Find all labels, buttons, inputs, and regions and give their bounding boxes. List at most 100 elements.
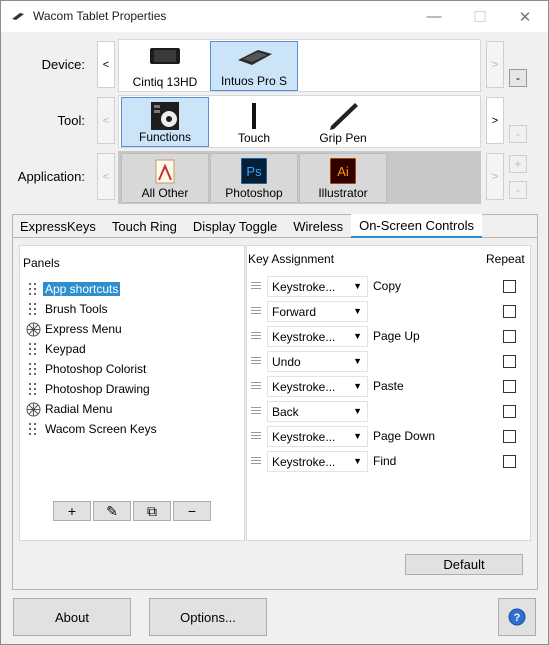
- repeat-checkbox[interactable]: [503, 330, 516, 343]
- panel-item-label: Radial Menu: [45, 402, 113, 416]
- plus-icon: +: [514, 157, 522, 171]
- duplicate-icon: ⧉: [147, 502, 157, 519]
- minus-icon: -: [516, 127, 520, 141]
- duplicate-panel-button[interactable]: ⧉: [133, 501, 171, 521]
- maximize-button[interactable]: ☐: [457, 1, 503, 32]
- drag-handle-icon[interactable]: [251, 407, 261, 416]
- key-assignment-dropdown[interactable]: Keystroke... ▼: [267, 426, 368, 447]
- drag-handle-icon[interactable]: [251, 282, 261, 291]
- remove-device-button[interactable]: -: [509, 69, 527, 87]
- panel-list-item[interactable]: Radial Menu: [25, 400, 112, 418]
- tool-tile-label: Functions: [138, 130, 192, 144]
- device-scroll-left-button[interactable]: <: [97, 41, 115, 88]
- radial-icon: [25, 321, 41, 337]
- drag-handle-icon[interactable]: [251, 432, 261, 441]
- tool-tile-functions[interactable]: Functions: [121, 97, 209, 147]
- application-scroll-left-button[interactable]: <: [97, 153, 115, 200]
- remove-tool-button[interactable]: -: [509, 125, 527, 143]
- application-strip: All Other Ps Photoshop Ai Illustrator: [118, 151, 481, 204]
- tool-tile-touch[interactable]: Touch: [210, 97, 298, 147]
- chevron-left-icon: <: [102, 58, 110, 71]
- tab-expresskeys[interactable]: ExpressKeys: [12, 214, 104, 238]
- add-panel-button[interactable]: +: [53, 501, 91, 521]
- dropdown-value: Back: [272, 405, 299, 419]
- panel-list-item[interactable]: Express Menu: [25, 320, 122, 338]
- radial-icon: [25, 401, 41, 417]
- repeat-checkbox[interactable]: [503, 380, 516, 393]
- cintiq-icon: [150, 48, 180, 64]
- panel-list-item[interactable]: App shortcuts: [25, 280, 121, 298]
- tool-label: Tool:: [57, 113, 85, 128]
- chevron-right-icon: >: [491, 58, 499, 71]
- key-assignment-row: Keystroke... ▼ Find: [247, 451, 531, 473]
- help-button[interactable]: ?: [498, 598, 536, 636]
- drag-handle-icon[interactable]: [251, 382, 261, 391]
- panel-item-label: Keypad: [45, 342, 86, 356]
- application-tile-all-other[interactable]: All Other: [121, 153, 209, 203]
- repeat-checkbox[interactable]: [503, 405, 516, 418]
- default-button[interactable]: Default: [405, 554, 523, 575]
- application-tile-illustrator[interactable]: Ai Illustrator: [299, 153, 387, 203]
- drag-handle-icon[interactable]: [251, 332, 261, 341]
- device-label: Device:: [41, 57, 85, 72]
- wacom-properties-window: Wacom Tablet Properties — ☐ ✕ Device: < …: [0, 0, 549, 645]
- minimize-button[interactable]: —: [411, 1, 457, 32]
- dropdown-value: Undo: [272, 355, 301, 369]
- tool-tile-label: Grip Pen: [319, 131, 367, 145]
- repeat-checkbox[interactable]: [503, 430, 516, 443]
- key-assignment-dropdown[interactable]: Keystroke... ▼: [267, 326, 368, 347]
- device-tile-intuos[interactable]: Intuos Pro S: [210, 41, 298, 91]
- chevron-down-icon: ▼: [353, 456, 362, 466]
- tab-display-toggle[interactable]: Display Toggle: [185, 214, 285, 238]
- tab-wireless[interactable]: Wireless: [285, 214, 351, 238]
- close-button[interactable]: ✕: [502, 1, 548, 32]
- tool-scroll-right-button[interactable]: >: [486, 97, 504, 144]
- key-assignment-dropdown[interactable]: Undo ▼: [267, 351, 368, 372]
- panel-list-item[interactable]: Brush Tools: [25, 300, 107, 318]
- edit-panel-button[interactable]: ✎: [93, 501, 131, 521]
- panel-list-item[interactable]: Photoshop Colorist: [25, 360, 146, 378]
- drag-handle-icon[interactable]: [251, 307, 261, 316]
- repeat-checkbox[interactable]: [503, 355, 516, 368]
- functions-icon: [151, 102, 179, 130]
- tool-scroll-left-button[interactable]: <: [97, 97, 115, 144]
- chevron-left-icon: <: [102, 114, 110, 127]
- drag-handle-icon[interactable]: [251, 457, 261, 466]
- key-assignment-dropdown[interactable]: Keystroke... ▼: [267, 451, 368, 472]
- all-other-icon: [155, 159, 175, 184]
- delete-panel-button[interactable]: −: [173, 501, 211, 521]
- key-assignment-dropdown[interactable]: Back ▼: [267, 401, 368, 422]
- panel-list-item[interactable]: Photoshop Drawing: [25, 380, 150, 398]
- remove-application-button[interactable]: -: [509, 181, 527, 199]
- panel-list-item[interactable]: Keypad: [25, 340, 86, 358]
- application-label: Application:: [17, 169, 85, 184]
- device-scroll-right-button[interactable]: >: [486, 41, 504, 88]
- options-button[interactable]: Options...: [149, 598, 267, 636]
- close-icon: ✕: [518, 8, 532, 26]
- window-title: Wacom Tablet Properties: [33, 9, 167, 23]
- panel-list-item[interactable]: Wacom Screen Keys: [25, 420, 157, 438]
- about-button[interactable]: About: [13, 598, 131, 636]
- tool-tile-label: Touch: [237, 131, 271, 145]
- device-tile-cintiq[interactable]: Cintiq 13HD: [121, 41, 209, 91]
- panels-heading: Panels: [23, 256, 60, 270]
- add-application-button[interactable]: +: [509, 155, 527, 173]
- chevron-left-icon: <: [102, 170, 110, 183]
- chevron-right-icon: >: [491, 170, 499, 183]
- tab-touch-ring[interactable]: Touch Ring: [104, 214, 185, 238]
- tab-on-screen-controls[interactable]: On-Screen Controls: [351, 214, 482, 238]
- minus-icon: -: [516, 183, 520, 197]
- repeat-checkbox[interactable]: [503, 280, 516, 293]
- repeat-checkbox[interactable]: [503, 455, 516, 468]
- panel-item-label: Brush Tools: [45, 302, 108, 316]
- key-assignment-dropdown[interactable]: Keystroke... ▼: [267, 376, 368, 397]
- tool-tile-grip-pen[interactable]: Grip Pen: [299, 97, 387, 147]
- drag-handle-icon[interactable]: [251, 357, 261, 366]
- repeat-checkbox[interactable]: [503, 305, 516, 318]
- device-tile-label: Intuos Pro S: [220, 74, 288, 88]
- key-assignment-dropdown[interactable]: Keystroke... ▼: [267, 276, 368, 297]
- application-tile-photoshop[interactable]: Ps Photoshop: [210, 153, 298, 203]
- key-assignment-dropdown[interactable]: Forward ▼: [267, 301, 368, 322]
- plus-icon: +: [67, 503, 77, 519]
- application-scroll-right-button[interactable]: >: [486, 153, 504, 200]
